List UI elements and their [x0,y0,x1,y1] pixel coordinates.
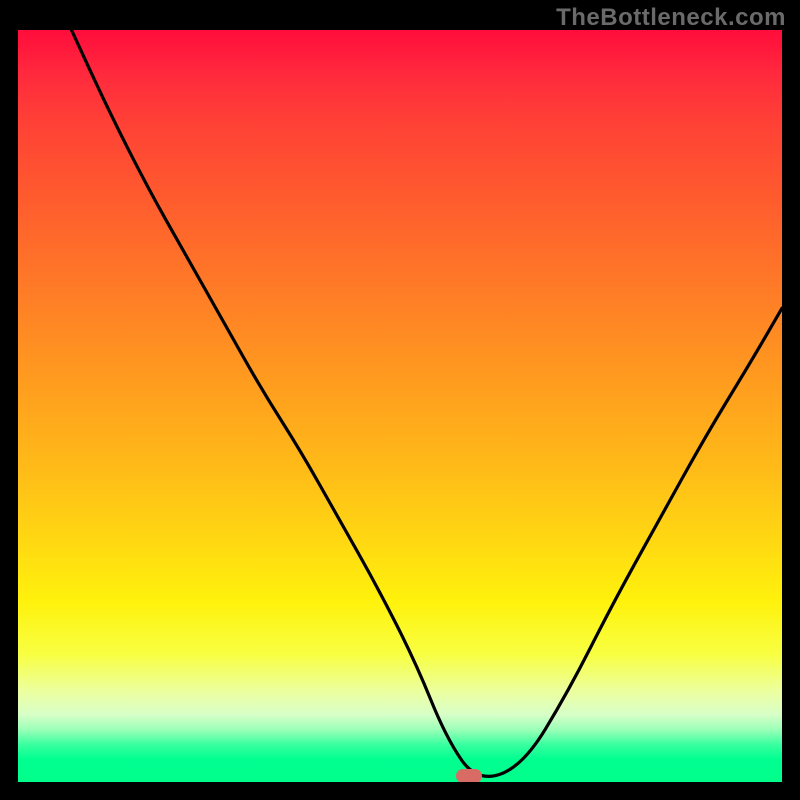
plot-area [18,30,782,782]
chart-frame: TheBottleneck.com [0,0,800,800]
optimal-marker [456,769,482,782]
bottleneck-curve [72,30,783,776]
watermark-text: TheBottleneck.com [556,4,786,32]
curve-svg [18,30,782,782]
